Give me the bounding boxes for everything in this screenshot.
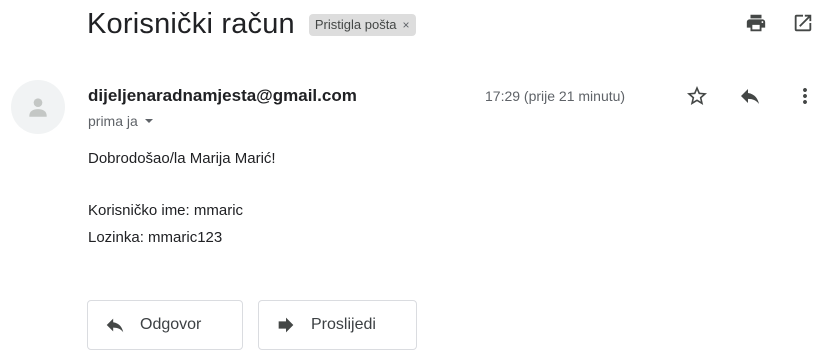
message-time: 17:29 (prije 21 minutu): [485, 88, 626, 104]
forward-icon: [278, 317, 294, 333]
forward-button-label: Proslijedi: [311, 316, 376, 333]
avatar[interactable]: [11, 80, 65, 134]
open-in-new-window-icon[interactable]: [792, 12, 814, 34]
label-chip-inbox[interactable]: Pristigla pošta ×: [308, 14, 416, 36]
recipient-text: prima ja: [88, 113, 138, 129]
subject-row: Korisnički račun Pristigla pošta ×: [87, 6, 416, 42]
body-greeting: Dobrodošao/la Marija Marić!: [88, 150, 276, 167]
body-username: Korisničko ime: mmaric: [88, 202, 244, 219]
more-vert-icon[interactable]: [793, 84, 814, 108]
chevron-down-icon: [144, 119, 153, 123]
email-subject: Korisnički račun: [87, 7, 295, 40]
label-chip-text: Pristigla pošta: [314, 17, 397, 32]
avatar-person-icon: [29, 98, 47, 117]
reply-icon[interactable]: [738, 84, 762, 108]
sender-email: dijeljenaradnamjesta@gmail.com: [88, 86, 357, 105]
reply-button-label: Odgovor: [140, 316, 202, 333]
reply-button[interactable]: Odgovor: [87, 300, 243, 350]
recipient-details-toggle[interactable]: prima ja: [88, 113, 154, 129]
star-icon[interactable]: [685, 84, 709, 108]
remove-label-button[interactable]: ×: [403, 18, 410, 32]
body-password: Lozinka: mmaric123: [88, 229, 223, 246]
print-icon[interactable]: [745, 12, 767, 34]
forward-button[interactable]: Proslijedi: [258, 300, 417, 350]
reply-icon: [106, 318, 124, 333]
